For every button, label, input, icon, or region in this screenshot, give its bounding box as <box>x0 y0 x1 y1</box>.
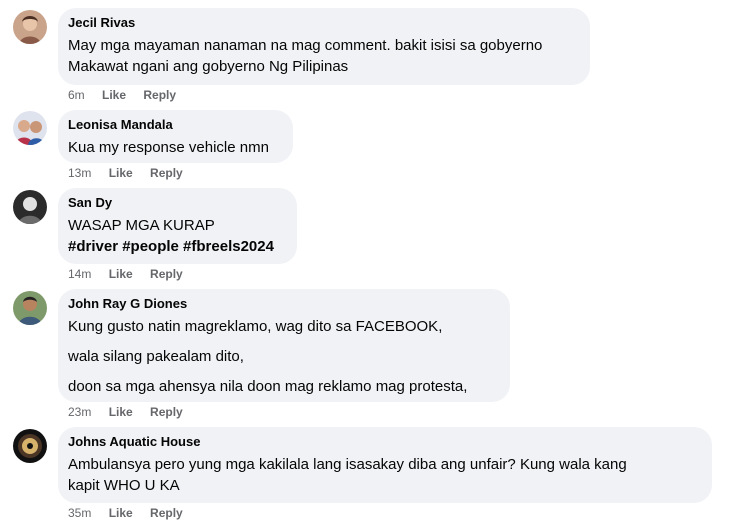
comment-text-line: wala silang pakealam dito, <box>68 348 244 365</box>
reply-button[interactable]: Reply <box>143 88 176 102</box>
avatar[interactable] <box>13 111 47 145</box>
like-button[interactable]: Like <box>109 166 133 180</box>
comment-timestamp[interactable]: 23m <box>68 405 91 419</box>
comment-text-line: Makawat ngani ang gobyerno Ng Pilipinas <box>68 58 349 75</box>
comment-bubble: Jecil Rivas May mga mayaman nanaman na m… <box>58 8 590 85</box>
like-button[interactable]: Like <box>109 405 133 419</box>
like-button[interactable]: Like <box>102 88 126 102</box>
comment-bubble: Leonisa Mandala Kua my response vehicle … <box>58 110 293 163</box>
comment-meta: 6m Like Reply <box>68 88 190 102</box>
like-button[interactable]: Like <box>109 267 133 281</box>
comment-text-line: Kung gusto natin magreklamo, wag dito sa… <box>68 318 443 335</box>
reply-button[interactable]: Reply <box>150 267 183 281</box>
comment-meta: 23m Like Reply <box>68 405 197 419</box>
comment-timestamp[interactable]: 35m <box>68 506 91 520</box>
comment-author[interactable]: John Ray G Diones <box>68 296 498 312</box>
comment-author[interactable]: Jecil Rivas <box>68 15 578 31</box>
profile-photo-icon <box>13 10 47 44</box>
comment-bubble: San Dy WASAP MGA KURAP #driver #people #… <box>58 188 297 264</box>
comment-text-line: WASAP MGA KURAP <box>68 217 215 234</box>
avatar[interactable] <box>13 429 47 463</box>
comment-bubble: Johns Aquatic House Ambulansya pero yung… <box>58 427 712 503</box>
comment-timestamp[interactable]: 13m <box>68 166 91 180</box>
comment-text-line: Ambulansya pero yung mga kakilala lang i… <box>68 456 627 473</box>
comment-author[interactable]: San Dy <box>68 195 285 211</box>
comment-text-line: May mga mayaman nanaman na mag comment. … <box>68 37 543 54</box>
like-button[interactable]: Like <box>109 506 133 520</box>
hashtag-links[interactable]: #driver #people #fbreels2024 <box>68 236 285 257</box>
comment-text-line: doon sa mga ahensya nila doon mag reklam… <box>68 378 468 395</box>
reply-button[interactable]: Reply <box>150 506 183 520</box>
reply-button[interactable]: Reply <box>150 405 183 419</box>
profile-photo-icon <box>13 429 47 463</box>
comment-timestamp[interactable]: 6m <box>68 88 85 102</box>
comment-author[interactable]: Johns Aquatic House <box>68 434 700 450</box>
comment-meta: 13m Like Reply <box>68 166 197 180</box>
comment-meta: 14m Like Reply <box>68 267 197 281</box>
comment-text-line: Kua my response vehicle nmn <box>68 139 269 156</box>
profile-photo-icon <box>13 111 47 145</box>
avatar[interactable] <box>13 291 47 325</box>
comment-author[interactable]: Leonisa Mandala <box>68 117 281 133</box>
reply-button[interactable]: Reply <box>150 166 183 180</box>
avatar[interactable] <box>13 190 47 224</box>
profile-photo-icon <box>13 291 47 325</box>
comment-text-line: kapit WHO U KA <box>68 477 180 494</box>
comment-timestamp[interactable]: 14m <box>68 267 91 281</box>
comment-bubble: John Ray G Diones Kung gusto natin magre… <box>58 289 510 402</box>
avatar[interactable] <box>13 10 47 44</box>
profile-photo-icon <box>13 190 47 224</box>
comment-meta: 35m Like Reply <box>68 506 197 520</box>
